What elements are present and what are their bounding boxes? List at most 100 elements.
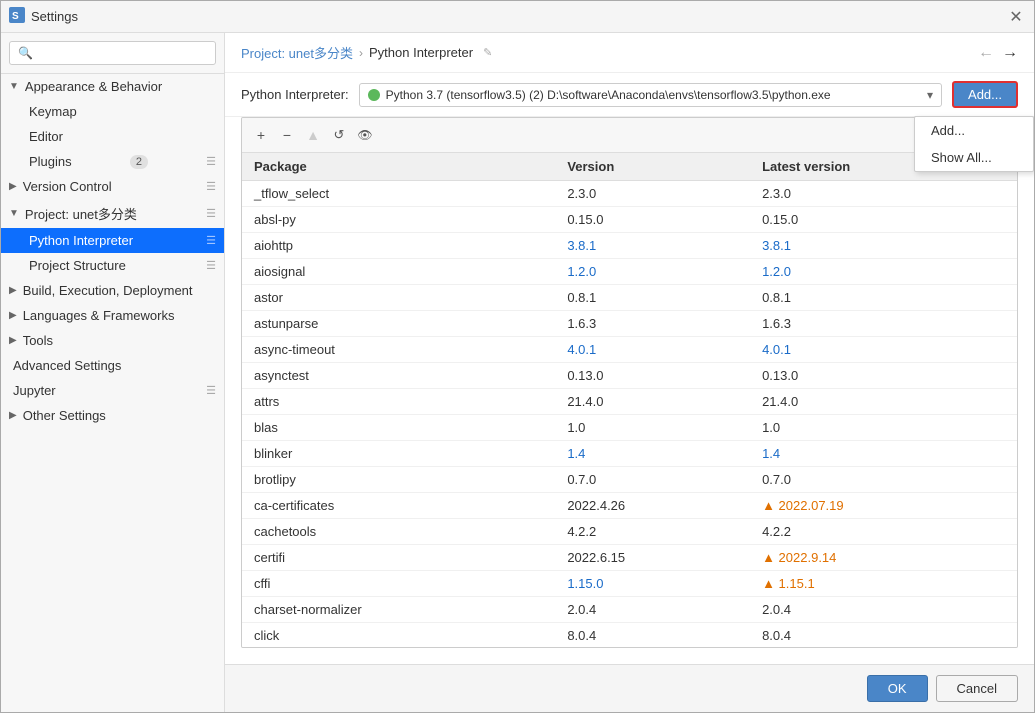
table-row[interactable]: aiosignal1.2.01.2.0 [242,259,1017,285]
table-row[interactable]: astunparse1.6.31.6.3 [242,311,1017,337]
sidebar-item-plugins[interactable]: Plugins 2 ☰ [1,149,224,174]
package-version: 8.0.4 [555,623,750,648]
sidebar-item-label: Jupyter [13,383,56,398]
expand-arrow: ▶ [9,410,17,421]
table-row[interactable]: cffi1.15.0▲ 1.15.1 [242,571,1017,597]
dropdown-item-add[interactable]: Add... [915,117,1033,144]
sidebar-item-appearance[interactable]: ▼ Appearance & Behavior [1,74,224,99]
main-content: ▼ Appearance & Behavior Keymap Editor Pl… [1,33,1034,712]
sidebar-item-tools[interactable]: ▶ Tools [1,328,224,353]
package-name: attrs [242,389,555,415]
table-row[interactable]: blas1.01.0 [242,415,1017,441]
nav-back-arrow[interactable]: ← [978,44,994,62]
package-version: 1.15.0 [555,571,750,597]
dropdown-item-show-all[interactable]: Show All... [915,144,1033,171]
sidebar-item-advanced[interactable]: Advanced Settings [1,353,224,378]
sidebar-item-languages[interactable]: ▶ Languages & Frameworks [1,303,224,328]
sidebar: ▼ Appearance & Behavior Keymap Editor Pl… [1,33,225,712]
package-latest-version: 1.4 [750,441,1017,467]
table-row[interactable]: astor0.8.10.8.1 [242,285,1017,311]
breadcrumb-edit-icon[interactable]: ✎ [483,46,492,59]
breadcrumb-project[interactable]: Project: unet多分类 [241,43,353,62]
package-name: blas [242,415,555,441]
table-row[interactable]: cachetools4.2.24.2.2 [242,519,1017,545]
sidebar-item-editor[interactable]: Editor [1,124,224,149]
table-row[interactable]: async-timeout4.0.14.0.1 [242,337,1017,363]
sidebar-item-jupyter[interactable]: Jupyter ☰ [1,378,224,403]
sidebar-item-python-interpreter[interactable]: Python Interpreter ☰ [1,228,224,253]
package-name: certifi [242,545,555,571]
table-row[interactable]: asynctest0.13.00.13.0 [242,363,1017,389]
update-package-button[interactable]: ▲ [302,124,324,146]
package-version: 2022.6.15 [555,545,750,571]
sidebar-item-label: Project: unet多分类 [25,204,137,223]
package-version: 1.0 [555,415,750,441]
sidebar-item-project[interactable]: ▼ Project: unet多分类 ☰ [1,199,224,228]
table-row[interactable]: blinker1.41.4 [242,441,1017,467]
sidebar-item-label: Appearance & Behavior [25,79,162,94]
sidebar-item-label: Other Settings [23,408,106,423]
package-latest-version: 1.2.0 [750,259,1017,285]
interpreter-label: Python Interpreter: [241,87,349,102]
table-row[interactable]: attrs21.4.021.4.0 [242,389,1017,415]
table-row[interactable]: brotlipy0.7.00.7.0 [242,467,1017,493]
add-package-button[interactable]: + [250,124,272,146]
eye-button[interactable]: 👁 [354,124,376,146]
package-version: 2.0.4 [555,597,750,623]
expand-arrow: ▶ [9,310,17,321]
package-latest-version: 3.8.1 [750,233,1017,259]
package-latest-version: 1.0 [750,415,1017,441]
expand-arrow: ▶ [9,181,17,192]
sidebar-item-build[interactable]: ▶ Build, Execution, Deployment [1,278,224,303]
sidebar-item-label: Plugins [29,154,72,169]
refresh-button[interactable]: ↺ [328,124,350,146]
package-latest-version: 0.7.0 [750,467,1017,493]
packages-table: Package Version Latest version _tflow_se… [242,153,1017,647]
package-version: 21.4.0 [555,389,750,415]
col-package[interactable]: Package [242,153,555,181]
sidebar-item-label: Version Control [23,179,112,194]
package-name: cffi [242,571,555,597]
breadcrumb: Project: unet多分类 › Python Interpreter ✎ … [225,33,1034,73]
table-row[interactable]: aiohttp3.8.13.8.1 [242,233,1017,259]
ok-button[interactable]: OK [867,675,928,702]
sidebar-item-project-structure[interactable]: Project Structure ☰ [1,253,224,278]
settings-window: S Settings ✕ ▼ Appearance & Behavior Key… [0,0,1035,713]
table-row[interactable]: certifi2022.6.15▲ 2022.9.14 [242,545,1017,571]
add-dropdown-menu: Add... Show All... [914,116,1034,172]
window-title: Settings [31,9,1000,24]
add-button[interactable]: Add... [952,81,1018,108]
package-latest-version: 21.4.0 [750,389,1017,415]
table-row[interactable]: absl-py0.15.00.15.0 [242,207,1017,233]
panel-icon: ☰ [206,259,216,272]
table-row[interactable]: charset-normalizer2.0.42.0.4 [242,597,1017,623]
close-button[interactable]: ✕ [1006,7,1026,27]
breadcrumb-separator: › [359,46,363,60]
sidebar-item-label: Advanced Settings [13,358,121,373]
package-name: _tflow_select [242,181,555,207]
sidebar-item-keymap[interactable]: Keymap [1,99,224,124]
package-latest-version: 0.15.0 [750,207,1017,233]
cancel-button[interactable]: Cancel [936,675,1018,702]
sidebar-item-label: Build, Execution, Deployment [23,283,193,298]
table-row[interactable]: ca-certificates2022.4.26▲ 2022.07.19 [242,493,1017,519]
package-version: 0.15.0 [555,207,750,233]
search-input[interactable] [9,41,216,65]
package-version: 2.3.0 [555,181,750,207]
table-row[interactable]: _tflow_select2.3.02.3.0 [242,181,1017,207]
package-name: charset-normalizer [242,597,555,623]
package-version: 2022.4.26 [555,493,750,519]
package-version: 0.8.1 [555,285,750,311]
package-name: blinker [242,441,555,467]
package-name: astunparse [242,311,555,337]
nav-forward-arrow[interactable]: → [1002,44,1018,62]
col-version[interactable]: Version [555,153,750,181]
sidebar-item-label: Tools [23,333,53,348]
table-row[interactable]: click8.0.48.0.4 [242,623,1017,648]
sidebar-item-other[interactable]: ▶ Other Settings [1,403,224,428]
package-name: asynctest [242,363,555,389]
sidebar-item-version-control[interactable]: ▶ Version Control ☰ [1,174,224,199]
remove-package-button[interactable]: − [276,124,298,146]
interpreter-select[interactable]: Python 3.7 (tensorflow3.5) (2) D:\softwa… [359,83,942,107]
packages-table-container: Package Version Latest version _tflow_se… [242,153,1017,647]
